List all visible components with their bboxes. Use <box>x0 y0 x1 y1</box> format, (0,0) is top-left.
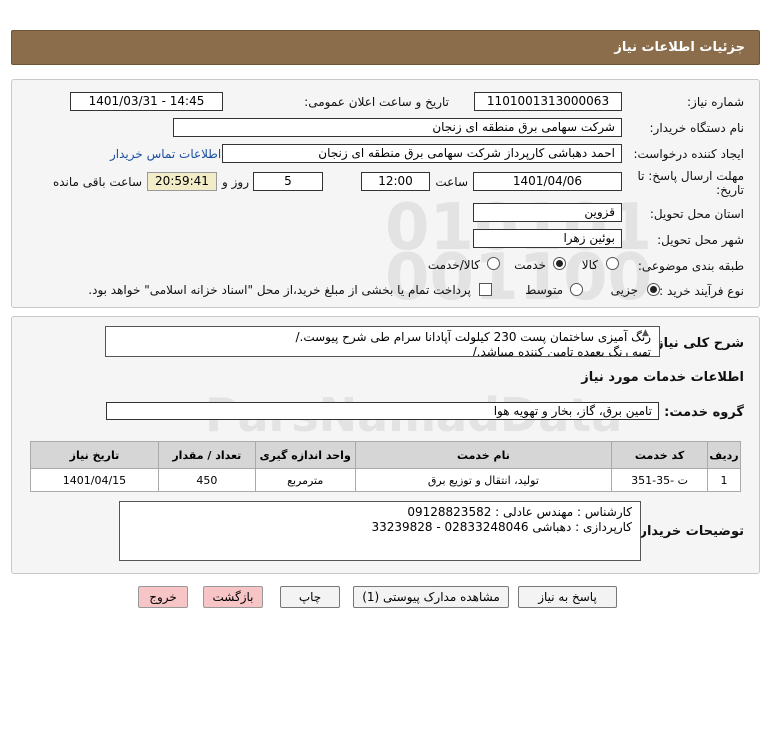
view-attachments-button[interactable]: مشاهده مدارک پیوستی (1) <box>353 586 509 608</box>
days-label: روز و <box>222 175 249 189</box>
col-need-date: تاریخ نیاز <box>30 441 159 469</box>
col-row-number: ردیف <box>707 441 741 469</box>
category-option-goods: کالا <box>581 258 598 272</box>
remaining-label: ساعت باقی مانده <box>52 175 142 189</box>
process-radio-minor[interactable] <box>647 283 660 296</box>
need-number-field: 1101001313000063 <box>474 92 622 111</box>
process-label: نوع فرآیند خرید : <box>659 284 744 298</box>
page-header: جزئیات اطلاعات نیاز <box>11 30 760 65</box>
deadline-date-field: 1401/04/06 <box>473 172 622 191</box>
buyer-contact-link[interactable]: اطلاعات تماس خریدار <box>110 147 221 161</box>
category-option-service: خدمت <box>514 258 546 272</box>
cell-service-name: تولید، انتقال و توزیع برق <box>354 468 613 492</box>
category-radio-goods[interactable] <box>606 257 619 270</box>
exit-button[interactable]: خروج <box>138 586 188 608</box>
description-textarea: رنگ آمیزی ساختمان پست 230 کیلولت آپادانا… <box>105 326 660 357</box>
buyer-notes-label: توضیحات خریدار: <box>634 524 744 539</box>
col-quantity: تعداد / مقدار <box>157 441 256 469</box>
description-label: شرح کلی نیاز: <box>650 336 744 351</box>
treasury-payment-note: پرداخت تمام یا بخشی از مبلغ خرید،از محل … <box>88 283 471 297</box>
service-group-label: گروه خدمت: <box>664 405 744 420</box>
col-service-code: کد خدمت <box>611 441 709 469</box>
requester-field: احمد دهباشی کارپرداز شرکت سهامی برق منطق… <box>222 144 622 163</box>
cell-row-number: 1 <box>707 468 741 492</box>
process-option-medium: متوسط <box>525 283 563 297</box>
service-group-field: تامین برق، گاز، بخار و تهویه هوا <box>106 402 659 420</box>
deadline-time-label: ساعت <box>435 175 468 189</box>
description-line-2: تهیه رنگ بعهده تامین کننده میباشد./ <box>472 345 651 357</box>
announce-field: 1401/03/31 - 14:45 <box>70 92 223 111</box>
resize-grip-icon: ▲ <box>642 328 649 338</box>
description-line-1: رنگ آمیزی ساختمان پست 230 کیلولت آپادانا… <box>295 330 651 344</box>
province-field: قزوین <box>473 203 622 222</box>
buyer-notes-line-2: کارپردازی : دهباشی 02833248046 - 3323982… <box>371 520 632 534</box>
services-table: ردیف کد خدمت نام خدمت واحد اندازه گیری ت… <box>30 441 741 492</box>
col-unit: واحد اندازه گیری <box>254 441 356 469</box>
deadline-label-date: تاریخ: <box>716 183 744 197</box>
category-label: طبقه بندی موضوعی: <box>637 259 744 273</box>
cell-quantity: 450 <box>157 468 256 492</box>
days-field: 5 <box>253 172 323 191</box>
treasury-payment-checkbox[interactable] <box>479 283 492 296</box>
back-button[interactable]: بازگشت <box>203 586 263 608</box>
cell-unit: مترمربع <box>254 468 356 492</box>
table-row: 1 ت -35-351 تولید، انتقال و توزیع برق مت… <box>30 468 741 492</box>
buyer-notes-textarea: کارشناس : مهندس عادلی : 09128823582 کارپ… <box>119 501 641 561</box>
remaining-time-field: 20:59:41 <box>147 172 217 191</box>
watermark-logo-2: 001100 <box>385 241 653 315</box>
buyer-field: شرکت سهامی برق منطقه ای زنجان <box>173 118 622 137</box>
col-service-name: نام خدمت <box>354 441 613 469</box>
page-title: جزئیات اطلاعات نیاز <box>614 40 745 55</box>
process-radio-medium[interactable] <box>570 283 583 296</box>
buyer-label: نام دستگاه خریدار: <box>649 121 745 135</box>
requester-label: ایجاد کننده درخواست: <box>633 147 744 161</box>
city-label: شهر محل تحویل: <box>657 233 744 247</box>
print-button[interactable]: چاپ <box>280 586 340 608</box>
table-header-row: ردیف کد خدمت نام خدمت واحد اندازه گیری ت… <box>30 441 741 469</box>
services-heading: اطلاعات خدمات مورد نیاز <box>581 370 744 385</box>
cell-need-date: 1401/04/15 <box>30 468 159 492</box>
buyer-notes-line-1: کارشناس : مهندس عادلی : 09128823582 <box>407 505 632 519</box>
announce-label: تاریخ و ساعت اعلان عمومی: <box>304 95 449 109</box>
need-number-label: شماره نیاز: <box>687 95 744 109</box>
category-radio-goods-service[interactable] <box>487 257 500 270</box>
category-radio-service[interactable] <box>553 257 566 270</box>
cell-service-code: ت -35-351 <box>611 468 709 492</box>
deadline-time-field: 12:00 <box>361 172 430 191</box>
process-option-minor: جزیی <box>610 283 638 297</box>
province-label: استان محل تحویل: <box>649 207 744 221</box>
city-field: بوئین زهرا <box>473 229 622 248</box>
reply-button[interactable]: پاسخ به نیاز <box>518 586 617 608</box>
deadline-label: مهلت ارسال پاسخ: تا <box>637 169 744 183</box>
category-option-goods-service: کالا/خدمت <box>427 258 480 272</box>
